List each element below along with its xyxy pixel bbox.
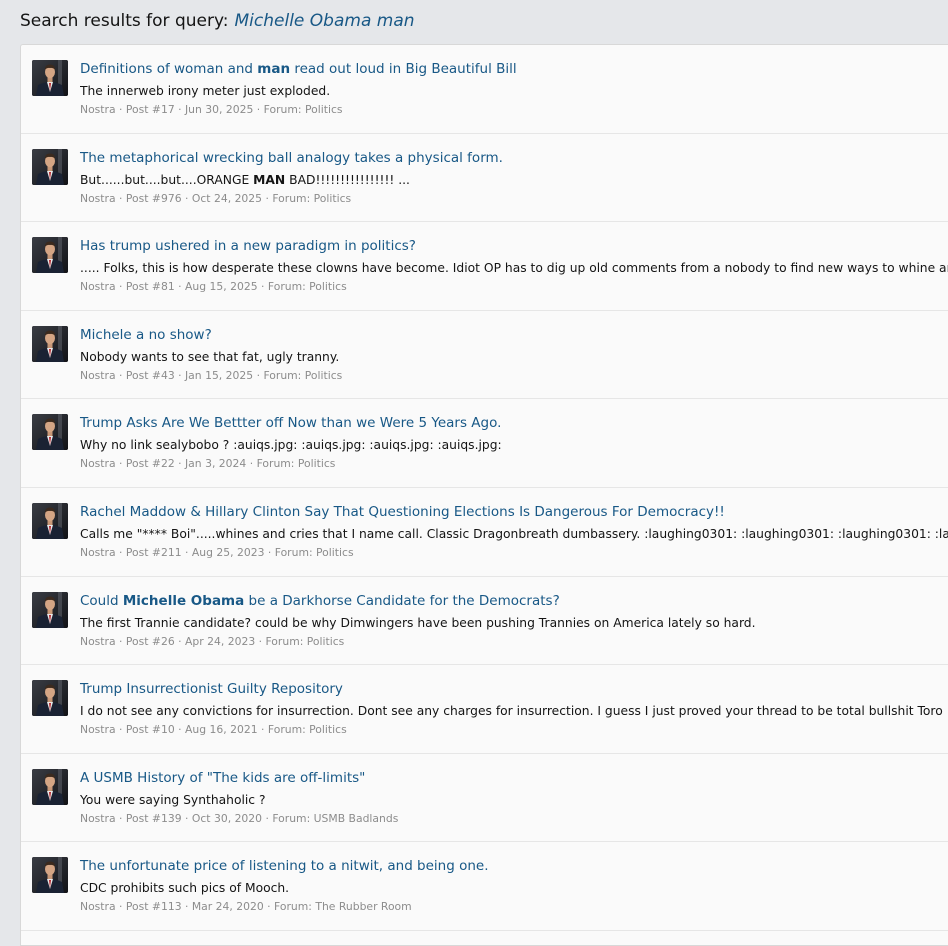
result-snippet: CDC prohibits such pics of Mooch.: [80, 881, 290, 896]
result-content: Has trump ushered in a new paradigm in p…: [80, 237, 948, 294]
result-content: Could Michelle Obama be a Darkhorse Cand…: [80, 592, 948, 649]
result-snippet: ..... Folks, this is how desperate these…: [80, 261, 948, 276]
avatar[interactable]: [32, 502, 68, 539]
avatar[interactable]: [32, 591, 68, 628]
result-snippet: You were saying Synthaholic ?: [80, 792, 266, 807]
page-title: Search results for query: Michelle Obama…: [0, 0, 948, 43]
avatar[interactable]: [32, 857, 68, 894]
avatar[interactable]: [32, 237, 68, 274]
result-title-link[interactable]: Definitions of woman and man read out lo…: [80, 60, 948, 78]
result-title-link[interactable]: Rachel Maddow & Hillary Clinton Say That…: [80, 503, 948, 521]
search-query[interactable]: Michelle Obama man: [235, 11, 415, 31]
result-meta: Nostra · Post #976 · Oct 24, 2025 · Foru…: [80, 191, 352, 205]
result-title-link[interactable]: Has trump ushered in a new paradigm in p…: [80, 237, 948, 255]
result-snippet: But......but....but....ORANGE MAN BAD!!!…: [80, 172, 410, 187]
result-meta: Nostra · Post #43 · Jan 15, 2025 · Forum…: [80, 368, 343, 382]
search-result-item: Definitions of woman and man read out lo…: [21, 45, 948, 134]
result-content: Trump Insurrectionist Guilty Repository …: [80, 680, 948, 737]
avatar[interactable]: [32, 60, 68, 96]
search-results-list: Definitions of woman and man read out lo…: [20, 44, 948, 946]
search-result-item: Has trump ushered in a new paradigm in p…: [21, 222, 948, 311]
result-snippet: The first Trannie candidate? could be wh…: [80, 615, 756, 630]
result-snippet: Why no link sealybobo ? :auiqs.jpg: :aui…: [80, 438, 502, 453]
avatar[interactable]: [32, 768, 68, 805]
result-meta: Nostra · Post #81 · Aug 15, 2025 · Forum…: [80, 280, 347, 294]
result-meta: Nostra · Post #211 · Aug 25, 2023 · Foru…: [80, 545, 354, 559]
search-result-item: A USMB History of "The kids are off-limi…: [21, 754, 948, 843]
search-result-item: The unfortunate price of listening to a …: [21, 842, 948, 931]
result-meta: Nostra · Post #22 · Jan 3, 2024 · Forum:…: [80, 457, 336, 471]
result-snippet: The innerweb irony meter just exploded.: [80, 84, 331, 98]
result-content: The unfortunate price of listening to a …: [80, 857, 948, 914]
result-content: A USMB History of "The kids are off-limi…: [80, 769, 948, 826]
result-title-link[interactable]: The metaphorical wrecking ball analogy t…: [80, 149, 948, 167]
search-result-item: Trump Insurrectionist Guilty Repository …: [21, 665, 948, 754]
result-meta: Nostra · Post #10 · Aug 16, 2021 · Forum…: [80, 723, 347, 737]
result-title-link[interactable]: Trump Asks Are We Bettter off Now than w…: [80, 414, 948, 432]
result-title-link[interactable]: Trump Insurrectionist Guilty Repository: [80, 680, 948, 698]
result-snippet: Nobody wants to see that fat, ugly trann…: [80, 349, 340, 364]
result-snippet: Calls me "**** Boi".....whines and cries…: [80, 526, 948, 541]
avatar[interactable]: [32, 414, 68, 451]
result-content: Definitions of woman and man read out lo…: [80, 60, 948, 117]
result-content: Michele a no show? Nobody wants to see t…: [80, 326, 948, 383]
result-title-link[interactable]: The unfortunate price of listening to a …: [80, 857, 948, 875]
avatar[interactable]: [32, 325, 68, 362]
search-result-item: Could Michelle Obama be a Darkhorse Cand…: [21, 577, 948, 666]
result-title-link[interactable]: Michele a no show?: [80, 326, 948, 344]
search-result-item: Trump Asks Are We Bettter off Now than w…: [21, 399, 948, 488]
result-meta: Nostra · Post #17 · Jun 30, 2025 · Forum…: [80, 103, 343, 116]
result-content: Trump Asks Are We Bettter off Now than w…: [80, 414, 948, 471]
result-title-link[interactable]: A USMB History of "The kids are off-limi…: [80, 769, 948, 787]
search-result-item: Michele a no show? Nobody wants to see t…: [21, 311, 948, 400]
search-result-item: The metaphorical wrecking ball analogy t…: [21, 134, 948, 223]
avatar[interactable]: [32, 148, 68, 185]
result-meta: Nostra · Post #26 · Apr 24, 2023 · Forum…: [80, 634, 345, 648]
search-results-prefix: Search results for query:: [20, 11, 229, 31]
avatar[interactable]: [32, 680, 68, 717]
result-title-link[interactable]: Could Michelle Obama be a Darkhorse Cand…: [80, 592, 948, 610]
result-meta: Nostra · Post #113 · Mar 24, 2020 · Foru…: [80, 900, 412, 914]
result-content: Rachel Maddow & Hillary Clinton Say That…: [80, 503, 948, 560]
result-snippet: I do not see any convictions for insurre…: [80, 704, 948, 719]
search-result-item: Rachel Maddow & Hillary Clinton Say That…: [21, 488, 948, 577]
result-content: The metaphorical wrecking ball analogy t…: [80, 149, 948, 206]
result-meta: Nostra · Post #139 · Oct 30, 2020 · Foru…: [80, 811, 399, 825]
